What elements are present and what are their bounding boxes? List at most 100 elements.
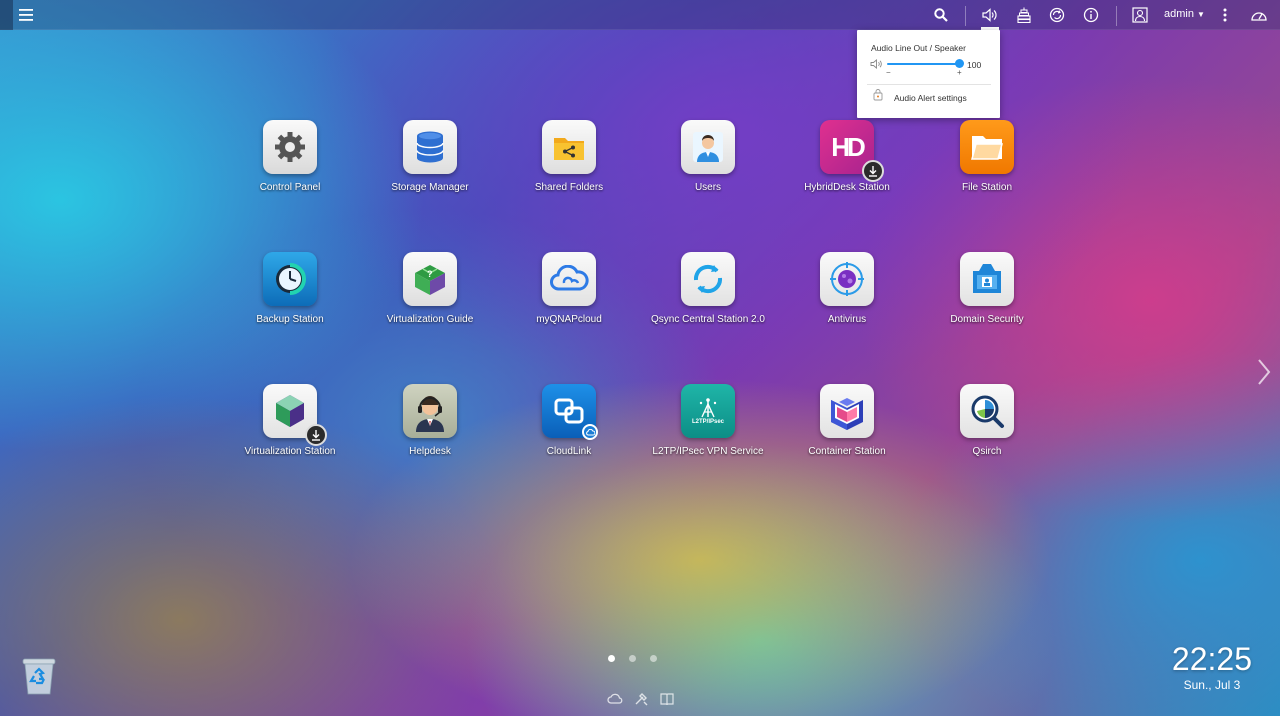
hybriddesk-station-icon: HD	[820, 120, 884, 182]
dashboard-icon[interactable]	[1249, 5, 1269, 25]
bottom-dock	[607, 691, 675, 707]
qsync-icon	[681, 252, 735, 306]
username: admin	[1164, 8, 1194, 20]
app-l2tp-ipsec-vpn[interactable]: L2TP/IPsec L2TP/IPsec VPN Service	[643, 384, 773, 457]
volume-value: 100	[967, 60, 982, 70]
app-label: HybridDesk Station	[804, 182, 890, 193]
app-label: Virtualization Guide	[386, 314, 474, 325]
app-users[interactable]: Users	[643, 120, 773, 193]
volume-slider-thumb[interactable]	[955, 59, 964, 68]
app-label: Container Station	[808, 446, 886, 457]
page-indicator	[608, 655, 657, 662]
app-backup-station[interactable]: Backup Station	[225, 252, 355, 325]
chevron-right-icon[interactable]	[1256, 358, 1272, 386]
app-label: Qsync Central Station 2.0	[651, 314, 765, 325]
desktop-clock: 22:25 Sun., Jul 3	[1172, 642, 1252, 692]
qsirch-icon	[960, 384, 1014, 438]
app-label: Storage Manager	[391, 182, 469, 193]
app-container-station[interactable]: Container Station	[782, 384, 912, 457]
page-dot-3[interactable]	[650, 655, 657, 662]
app-label: File Station	[961, 182, 1013, 193]
recycle-bin-icon[interactable]	[20, 656, 58, 696]
more-options-icon[interactable]	[1215, 5, 1235, 25]
app-label: Backup Station	[256, 314, 324, 325]
speaker-icon	[870, 59, 882, 69]
file-station-icon	[960, 120, 1014, 174]
svg-text:?: ?	[427, 269, 433, 279]
antivirus-icon	[820, 252, 874, 306]
virtualization-guide-icon: ?	[403, 252, 457, 306]
user-menu[interactable]: admin ▼	[1164, 8, 1205, 20]
volume-popup: Audio Line Out / Speaker 100 − + Audio A…	[857, 30, 1000, 118]
app-qsync-central-station[interactable]: Qsync Central Station 2.0	[643, 252, 773, 325]
app-hybriddesk-station[interactable]: HD HybridDesk Station	[782, 120, 912, 193]
shared-folders-icon	[542, 120, 596, 174]
app-label: myQNAPcloud	[536, 314, 602, 325]
app-antivirus[interactable]: Antivirus	[782, 252, 912, 325]
clock-date: Sun., Jul 3	[1183, 678, 1241, 692]
volume-down-button[interactable]: −	[886, 68, 891, 77]
cloud-badge-icon	[582, 424, 598, 440]
tools-icon[interactable]	[633, 691, 649, 707]
user-avatar-icon[interactable]	[1130, 5, 1150, 25]
left-edge-strip	[0, 0, 13, 30]
app-label: Helpdesk	[409, 446, 451, 457]
myqnapcloud-icon	[542, 252, 596, 306]
app-label: Shared Folders	[534, 182, 604, 193]
cloud-icon[interactable]	[607, 691, 623, 707]
virtualization-station-icon	[263, 384, 327, 446]
separator	[1116, 6, 1117, 26]
app-qsirch[interactable]: Qsirch	[922, 384, 1052, 457]
app-file-station[interactable]: File Station	[922, 120, 1052, 193]
top-bar: admin ▼	[0, 0, 1280, 30]
page-dot-1[interactable]	[608, 655, 615, 662]
app-label: Virtualization Station	[244, 446, 336, 457]
volume-slider-track[interactable]	[887, 63, 959, 65]
info-icon[interactable]	[1081, 5, 1101, 25]
container-station-icon	[820, 384, 874, 438]
app-myqnapcloud[interactable]: myQNAPcloud	[504, 252, 634, 325]
l2tp-icon-text: L2TP/IPsec	[691, 419, 724, 425]
alert-icon	[873, 89, 883, 101]
app-label: Qsirch	[972, 446, 1002, 457]
clock-time: 22:25	[1171, 641, 1252, 677]
helpdesk-icon	[403, 384, 457, 438]
popup-title: Audio Line Out / Speaker	[871, 43, 966, 53]
app-label: CloudLink	[546, 446, 592, 457]
app-label: Domain Security	[950, 314, 1024, 325]
page-dot-2[interactable]	[629, 655, 636, 662]
divider	[867, 84, 991, 85]
cloudlink-icon	[542, 384, 598, 440]
domain-security-icon	[960, 252, 1014, 306]
storage-manager-icon	[403, 120, 457, 174]
app-virtualization-guide[interactable]: ? Virtualization Guide	[365, 252, 495, 325]
app-storage-manager[interactable]: Storage Manager	[365, 120, 495, 193]
search-icon[interactable]	[931, 5, 951, 25]
app-domain-security[interactable]: Domain Security	[922, 252, 1052, 325]
app-control-panel[interactable]: Control Panel	[225, 120, 355, 193]
l2tp-vpn-icon: L2TP/IPsec	[681, 384, 735, 438]
app-helpdesk[interactable]: Helpdesk	[365, 384, 495, 457]
download-badge-icon	[862, 160, 884, 182]
volume-icon[interactable]	[980, 5, 1000, 25]
audio-alert-settings-link[interactable]: Audio Alert settings	[894, 93, 967, 103]
hd-logo-text: HD	[831, 131, 866, 162]
external-device-icon[interactable]	[1047, 5, 1067, 25]
app-label: Antivirus	[827, 314, 867, 325]
background-tasks-icon[interactable]	[1014, 5, 1034, 25]
users-icon	[681, 120, 735, 174]
control-panel-icon	[263, 120, 317, 174]
volume-up-button[interactable]: +	[957, 68, 962, 77]
app-shared-folders[interactable]: Shared Folders	[504, 120, 634, 193]
separator	[965, 6, 966, 26]
book-icon[interactable]	[659, 691, 675, 707]
backup-station-icon	[263, 252, 317, 306]
download-badge-icon	[305, 424, 327, 446]
app-label: L2TP/IPsec VPN Service	[652, 446, 764, 457]
app-label: Users	[694, 182, 722, 193]
app-virtualization-station[interactable]: Virtualization Station	[225, 384, 355, 457]
menu-icon[interactable]	[16, 5, 36, 25]
app-label: Control Panel	[259, 182, 321, 193]
app-cloudlink[interactable]: CloudLink	[504, 384, 634, 457]
caret-down-icon: ▼	[1196, 10, 1205, 19]
